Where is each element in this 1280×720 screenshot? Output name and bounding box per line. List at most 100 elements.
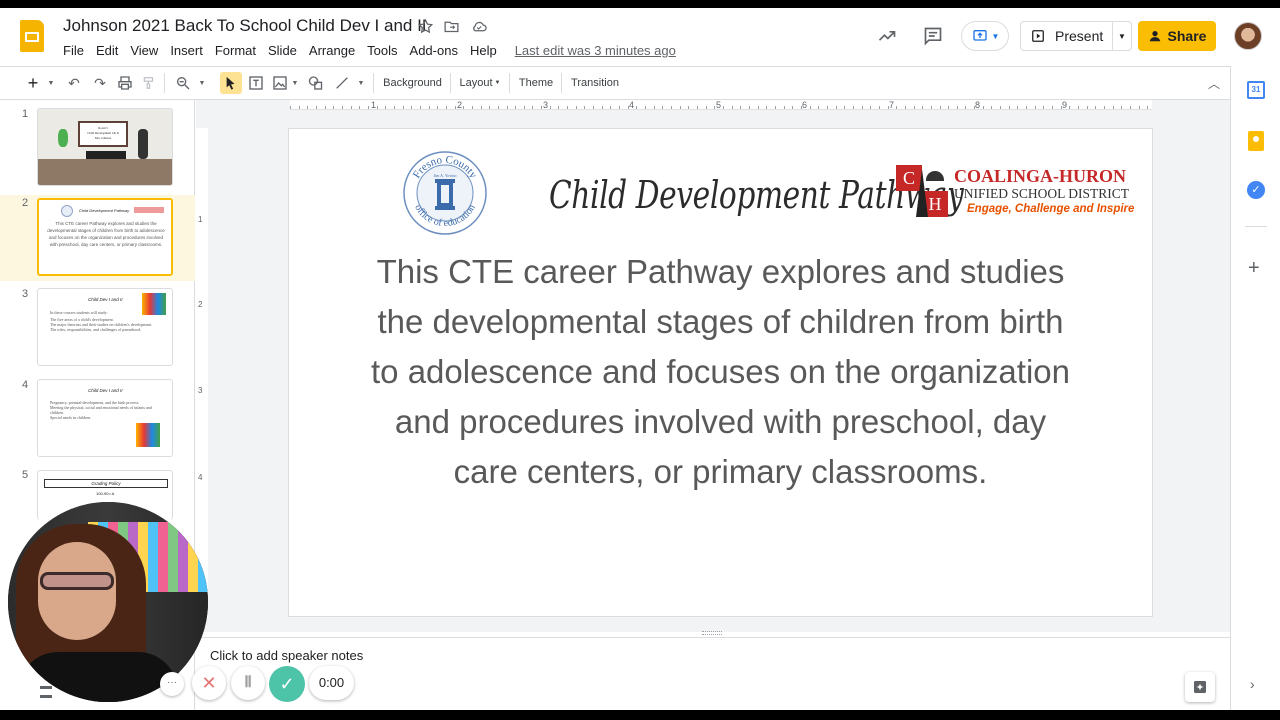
move-folder-icon[interactable]	[443, 18, 460, 35]
ruler-label: 5	[716, 100, 722, 110]
ruler-tick	[497, 106, 499, 109]
bottom-frame	[0, 710, 1280, 720]
slide-thumbnail-1[interactable]: Room 5 Child Development I & II Mrs. Joh…	[37, 108, 173, 186]
cancel-recording-button[interactable]: ✕	[192, 666, 226, 700]
line-icon[interactable]	[334, 75, 350, 91]
thumb-board: Room 5 Child Development I & II Mrs. Joh…	[78, 121, 128, 147]
present-button[interactable]: Present	[1020, 21, 1113, 51]
menu-format[interactable]: Format	[215, 43, 256, 58]
menu-insert[interactable]: Insert	[170, 43, 203, 58]
ruler-tick	[826, 106, 828, 109]
paint-format-icon[interactable]	[142, 75, 156, 91]
transition-button[interactable]: Transition	[567, 72, 623, 94]
ruler-tick	[419, 106, 421, 109]
print-icon[interactable]	[117, 75, 133, 91]
slide-canvas[interactable]: Fresno County office of education Jim A.…	[288, 128, 1153, 617]
slide-thumbnail-2[interactable]: Child Development Pathway This CTE caree…	[37, 198, 173, 276]
ruler-tick	[333, 106, 335, 109]
calendar-icon[interactable]: 31	[1247, 81, 1265, 99]
menu-view[interactable]: View	[130, 43, 158, 58]
ruler-tick	[809, 106, 811, 109]
chevron-down-icon[interactable]: ▼	[44, 72, 58, 94]
undo-icon[interactable]: ↶	[64, 72, 84, 94]
more-options-button[interactable]: ···	[160, 672, 184, 696]
ruler-tick	[662, 106, 664, 109]
select-tool-icon[interactable]	[220, 72, 242, 94]
menu-tools[interactable]: Tools	[367, 43, 397, 58]
pause-recording-button[interactable]: Ⅱ	[231, 666, 265, 700]
explore-button[interactable]	[1185, 672, 1215, 702]
ruler-tick	[922, 106, 924, 109]
ruler-tick	[852, 106, 854, 109]
new-slide-icon[interactable]: +	[24, 72, 42, 94]
ruler-tick	[411, 106, 413, 109]
tasks-icon[interactable]: ✓	[1247, 181, 1265, 199]
shape-icon[interactable]	[307, 75, 324, 91]
ruler-tick	[913, 106, 915, 109]
slide-number: 5	[22, 469, 29, 481]
comments-icon[interactable]	[922, 26, 944, 46]
notes-resize-handle[interactable]	[702, 631, 722, 635]
background-button[interactable]: Background	[380, 72, 445, 94]
menu-edit[interactable]: Edit	[96, 43, 118, 58]
recorder-controls: ··· ✕ Ⅱ ✓ 0:00	[160, 666, 360, 702]
ruler-tick	[748, 106, 750, 109]
slide-body[interactable]: This CTE career Pathway explores and stu…	[309, 247, 1132, 497]
redo-icon[interactable]: ↷	[90, 72, 110, 94]
ruler-tick	[393, 106, 395, 109]
text-box-icon[interactable]	[248, 75, 264, 91]
toolbar-divider	[561, 73, 562, 93]
ruler-tick	[930, 106, 932, 109]
chevron-down-icon[interactable]: ▼	[196, 72, 208, 94]
ruler-tick	[359, 106, 361, 109]
keep-icon[interactable]	[1248, 131, 1264, 151]
slide-thumbnail-3[interactable]: Child Dev I and II In these courses stud…	[37, 288, 173, 366]
ruler-label: 3	[543, 100, 549, 110]
ruler-tick	[402, 106, 404, 109]
chevron-down-icon[interactable]: ▼	[289, 72, 301, 94]
menu-file[interactable]: File	[63, 43, 84, 58]
star-icon[interactable]	[417, 18, 434, 35]
image-icon[interactable]	[272, 75, 288, 91]
menu-help[interactable]: Help	[470, 43, 497, 58]
speaker-notes-input[interactable]: Click to add speaker notes	[210, 648, 363, 663]
layout-button[interactable]: Layout ▼	[456, 72, 504, 94]
share-button[interactable]: Share	[1138, 21, 1216, 51]
menu-arrange[interactable]: Arrange	[309, 43, 355, 58]
doc-title[interactable]: Johnson 2021 Back To School Child Dev I …	[63, 16, 427, 36]
ruler-tick	[1000, 106, 1002, 109]
meet-present-button[interactable]: ▼	[961, 21, 1009, 51]
finish-recording-button[interactable]: ✓	[269, 666, 305, 702]
ruler-tick	[774, 106, 776, 109]
ruler-tick	[896, 106, 898, 109]
menu-addons[interactable]: Add-ons	[410, 43, 458, 58]
zoom-icon[interactable]	[175, 75, 191, 91]
collapse-toolbar-icon[interactable]: ︿	[1205, 72, 1223, 94]
thumb-district-logo	[134, 207, 164, 213]
webcam-shirt	[18, 652, 178, 702]
theme-button[interactable]: Theme	[515, 72, 557, 94]
add-addon-icon[interactable]: +	[1248, 257, 1260, 280]
chevron-down-icon[interactable]: ▼	[355, 72, 367, 94]
menu-slide[interactable]: Slide	[268, 43, 297, 58]
side-panel	[1230, 66, 1280, 710]
ruler-tick	[818, 106, 820, 109]
recording-timer: 0:00	[309, 666, 354, 700]
slide-thumbnail-4[interactable]: Child Dev I and II Pregnancy, prenatal d…	[37, 379, 173, 457]
avatar[interactable]	[1234, 22, 1262, 50]
present-options-button[interactable]: ▼	[1112, 21, 1132, 51]
ruler-tick	[593, 106, 595, 109]
ruler-tick	[1130, 106, 1132, 109]
ruler-tick	[437, 106, 439, 109]
toolbar-divider	[164, 73, 165, 93]
ruler-tick	[982, 106, 984, 109]
ruler-tick	[861, 106, 863, 109]
thumb-line: Mrs. Johnson	[94, 136, 112, 140]
cloud-status-icon[interactable]	[470, 18, 488, 35]
last-edit-link[interactable]: Last edit was 3 minutes ago	[515, 43, 676, 58]
separator	[1245, 226, 1267, 227]
expand-panel-icon[interactable]: ›	[1250, 676, 1255, 692]
slides-logo-icon[interactable]	[20, 20, 44, 52]
ruler-label: 8	[975, 100, 981, 110]
activity-icon[interactable]	[876, 26, 898, 46]
